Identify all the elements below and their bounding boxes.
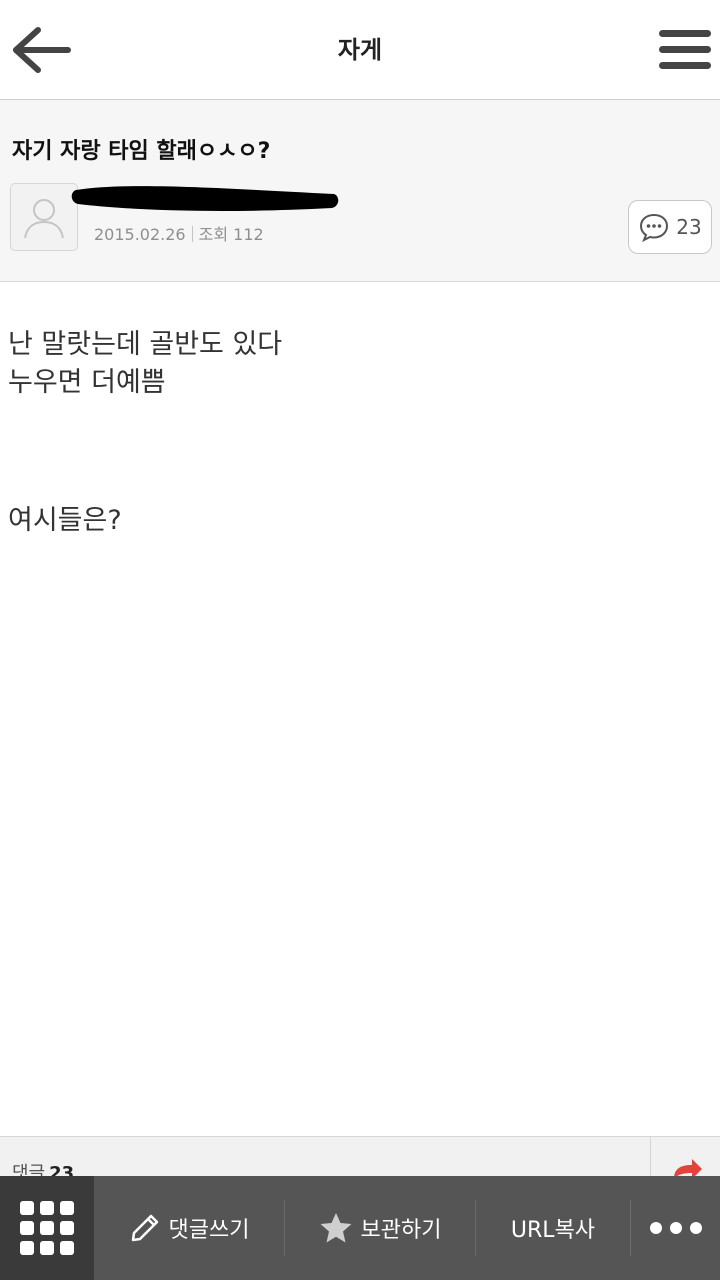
arrow-left-icon bbox=[13, 27, 71, 73]
post-body-line: 난 말랏는데 골반도 있다 bbox=[8, 329, 283, 360]
page-title: 자게 bbox=[337, 36, 383, 64]
post-body-line: 누우면 더예쁨 bbox=[8, 367, 166, 398]
top-bar: 자게 bbox=[0, 0, 720, 100]
views-count: 112 bbox=[233, 225, 264, 244]
back-button[interactable] bbox=[0, 18, 80, 82]
meta-divider bbox=[191, 226, 193, 242]
grid-menu-button[interactable] bbox=[0, 1176, 94, 1280]
save-label: 보관하기 bbox=[360, 1218, 442, 1243]
menu-button[interactable] bbox=[650, 18, 720, 82]
redaction-mark bbox=[71, 186, 339, 211]
default-user-icon bbox=[24, 199, 64, 239]
write-comment-button[interactable]: 댓글쓰기 bbox=[94, 1176, 284, 1280]
post-date: 2015.02.26 bbox=[94, 225, 186, 244]
more-dots-icon bbox=[649, 1222, 702, 1234]
views-label: 조회 bbox=[198, 225, 229, 244]
share-button[interactable] bbox=[650, 1137, 720, 1178]
comment-section-header[interactable]: 댓글 23 bbox=[0, 1136, 720, 1178]
post-body: 난 말랏는데 골반도 있다 누우면 더예쁨 여시들은? bbox=[8, 326, 708, 540]
write-comment-label: 댓글쓰기 bbox=[168, 1218, 250, 1243]
bottom-toolbar: 댓글쓰기 보관하기 URL복사 bbox=[0, 1176, 720, 1280]
speech-bubble-icon bbox=[640, 213, 669, 242]
hamburger-menu-icon bbox=[659, 30, 711, 69]
post-title: 자기 자랑 타임 할래ㅇㅅㅇ? bbox=[12, 139, 271, 164]
comment-count-button[interactable]: 23 bbox=[628, 200, 712, 254]
grid-icon bbox=[20, 1201, 74, 1255]
comment-count: 23 bbox=[676, 215, 702, 239]
share-arrow-icon bbox=[673, 1159, 702, 1178]
post-body-line: 여시들은? bbox=[8, 505, 122, 536]
post-meta: 2015.02.26 조회 112 bbox=[94, 224, 264, 246]
copy-url-label: URL복사 bbox=[510, 1218, 596, 1243]
pencil-icon bbox=[131, 1214, 158, 1242]
copy-url-button[interactable]: URL복사 bbox=[476, 1176, 630, 1280]
more-options-button[interactable] bbox=[631, 1176, 720, 1280]
star-icon bbox=[320, 1213, 352, 1243]
save-button[interactable]: 보관하기 bbox=[285, 1176, 475, 1280]
